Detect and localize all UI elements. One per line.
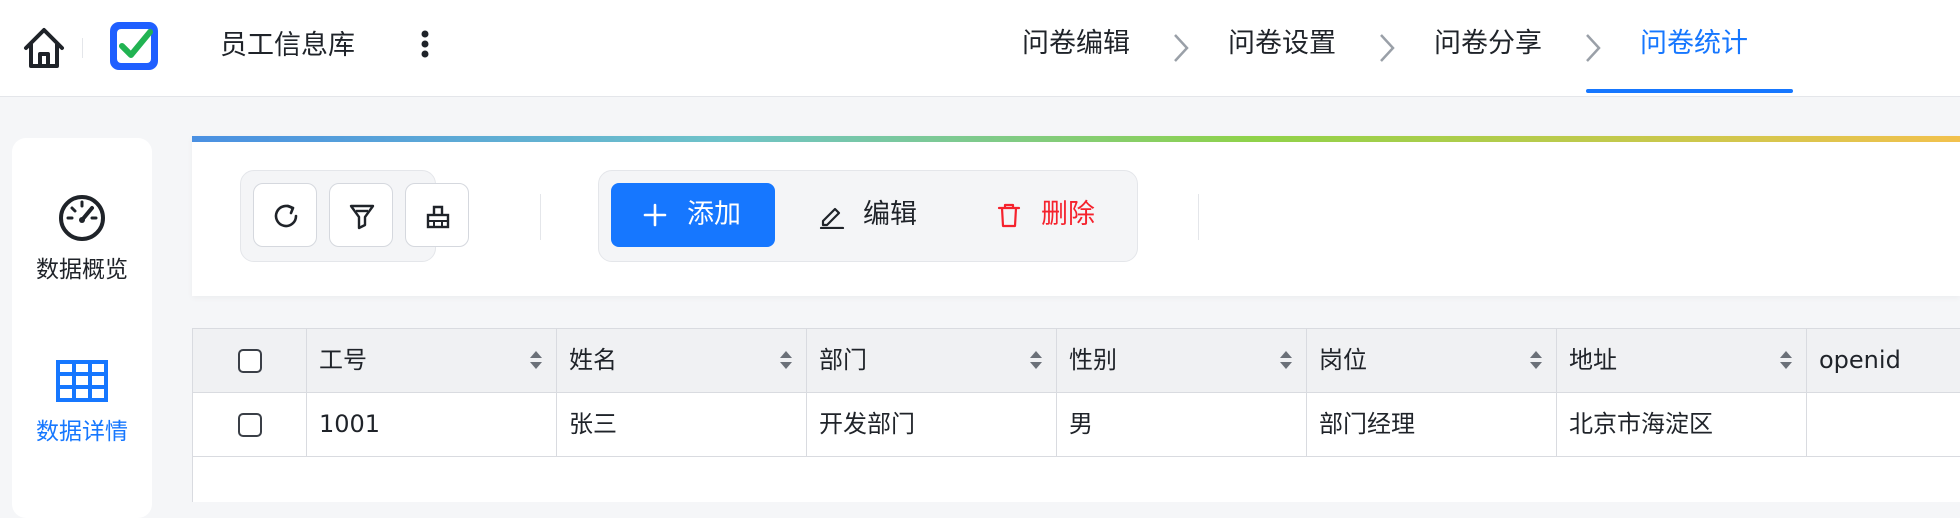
add-button[interactable]: 添加 <box>611 183 775 247</box>
cell-value: 男 <box>1069 410 1093 438</box>
column-header[interactable]: 部门 <box>807 329 1057 392</box>
delete-button-label: 删除 <box>1041 199 1095 230</box>
chevron-right-icon <box>1174 34 1189 62</box>
column-header-label: 岗位 <box>1319 346 1367 374</box>
plus-icon <box>643 203 667 227</box>
column-header[interactable]: 工号 <box>307 329 557 392</box>
table-header-row: 工号 姓名 部门 性别 岗位 地址 openid <box>193 329 1960 393</box>
chevron-right-icon <box>1586 34 1601 62</box>
sidebar-item-details[interactable]: 数据详情 <box>12 360 152 448</box>
table-cell: 张三 <box>557 393 807 456</box>
icon-tool-group <box>240 170 469 262</box>
table-grid-icon <box>56 360 108 402</box>
column-header[interactable]: openid <box>1807 329 1960 392</box>
action-button-group: 添加 编辑 删除 <box>598 170 1138 262</box>
refresh-button[interactable] <box>253 183 317 247</box>
toolbar-panel: 添加 编辑 删除 <box>192 136 1960 296</box>
column-header-label: 地址 <box>1569 346 1617 374</box>
filter-button[interactable] <box>329 183 393 247</box>
cell-value: 1001 <box>319 410 381 438</box>
column-header-label: 工号 <box>319 346 367 374</box>
cell-value: 北京市海淀区 <box>1569 410 1713 438</box>
sidebar-item-label: 数据概览 <box>36 257 128 283</box>
sort-icon[interactable] <box>1029 349 1043 371</box>
add-button-label: 添加 <box>687 199 741 230</box>
step-share[interactable]: 问卷分享 <box>1434 26 1542 62</box>
table-cell: 开发部门 <box>807 393 1057 456</box>
table-row[interactable]: 1001 张三 开发部门 男 部门经理 北京市海淀区 <box>193 393 1960 457</box>
row-checkbox[interactable] <box>238 413 262 437</box>
toolbar-divider <box>540 194 541 240</box>
toolbar-divider <box>1198 194 1199 240</box>
column-header[interactable]: 岗位 <box>1307 329 1557 392</box>
sidebar: 数据概览 数据详情 <box>12 138 152 518</box>
sort-icon[interactable] <box>779 349 793 371</box>
column-header-label: 姓名 <box>569 346 617 374</box>
column-header-label: 部门 <box>819 346 867 374</box>
table-cell: 1001 <box>307 393 557 456</box>
cell-value: 张三 <box>569 410 617 438</box>
row-select-cell <box>193 393 307 456</box>
sort-icon[interactable] <box>1279 349 1293 371</box>
table-cell <box>1807 393 1960 456</box>
refresh-icon <box>274 204 298 228</box>
edit-button[interactable]: 编辑 <box>817 183 937 247</box>
select-all-checkbox[interactable] <box>238 349 262 373</box>
progress-gradient-bar <box>192 136 1960 142</box>
table-cell: 部门经理 <box>1307 393 1557 456</box>
pencil-edit-icon <box>819 207 845 229</box>
step-edit[interactable]: 问卷编辑 <box>1022 26 1130 62</box>
column-header-label: openid <box>1819 346 1901 374</box>
cell-value: 开发部门 <box>819 410 915 438</box>
delete-button[interactable]: 删除 <box>995 183 1115 247</box>
step-statistics[interactable]: 问卷统计 <box>1640 26 1748 62</box>
column-header[interactable]: 性别 <box>1057 329 1307 392</box>
select-all-cell <box>193 329 307 392</box>
trash-delete-icon <box>997 203 1021 228</box>
sidebar-item-overview[interactable]: 数据概览 <box>12 190 152 286</box>
edit-button-label: 编辑 <box>863 199 917 230</box>
top-header: 员工信息库 问卷编辑 问卷设置 问卷分享 问卷统计 <box>0 0 1960 97</box>
chevron-right-icon <box>1380 34 1395 62</box>
active-step-indicator <box>1586 89 1793 93</box>
cell-value: 部门经理 <box>1319 410 1415 438</box>
sort-icon[interactable] <box>1529 349 1543 371</box>
data-table: 工号 姓名 部门 性别 岗位 地址 openid 1001 张三 开发部门 男 … <box>192 328 1960 502</box>
dashboard-gauge-icon <box>59 195 105 241</box>
table-cell: 男 <box>1057 393 1307 456</box>
sort-icon[interactable] <box>1779 349 1793 371</box>
sidebar-item-label: 数据详情 <box>36 419 128 445</box>
table-cell: 北京市海淀区 <box>1557 393 1807 456</box>
column-header[interactable]: 姓名 <box>557 329 807 392</box>
step-settings[interactable]: 问卷设置 <box>1228 26 1336 62</box>
column-header[interactable]: 地址 <box>1557 329 1807 392</box>
filter-icon <box>349 204 375 230</box>
step-navigation: 问卷编辑 问卷设置 问卷分享 问卷统计 <box>0 0 1960 97</box>
clear-button[interactable] <box>405 183 469 247</box>
sort-icon[interactable] <box>529 349 543 371</box>
clear-icon <box>426 205 450 229</box>
column-header-label: 性别 <box>1069 346 1117 374</box>
